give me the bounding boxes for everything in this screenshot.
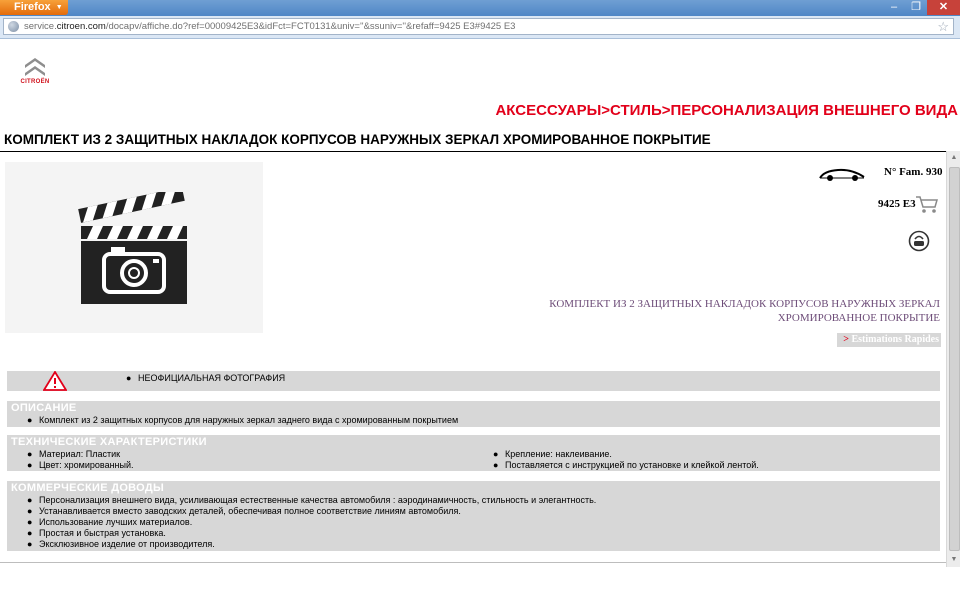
vertical-scrollbar[interactable]: ▲ ▼ xyxy=(946,151,960,567)
bottom-divider xyxy=(0,562,946,563)
logo-text: CITROËN xyxy=(20,79,50,85)
estimations-button[interactable]: > Estimations Rapides xyxy=(837,333,941,347)
bullet-icon: ● xyxy=(493,460,499,470)
scroll-up-arrow-icon[interactable]: ▲ xyxy=(947,151,960,165)
address-bar[interactable]: service.citroen.com/docapv/affiche.do?re… xyxy=(3,18,954,35)
bullet-icon: ● xyxy=(27,528,33,538)
product-name: КОМПЛЕКТ ИЗ 2 ЗАЩИТНЫХ НАКЛАДОК КОРПУСОВ… xyxy=(520,297,940,325)
page-title: КОМПЛЕКТ ИЗ 2 ЗАЩИТНЫХ НАКЛАДОК КОРПУСОВ… xyxy=(4,132,711,147)
car-icon xyxy=(819,168,865,181)
product-reference: 9425 E3 xyxy=(878,198,916,210)
bullet-icon: ● xyxy=(493,449,499,459)
bullet-icon: ● xyxy=(27,495,33,505)
list-item: ● Материал: Пластик xyxy=(27,449,121,459)
commercial-section: КОММЕРЧЕСКИЕ ДОВОДЫ ● Персонализация внеш… xyxy=(7,481,940,551)
firefox-menu-button[interactable]: Firefox ▼ xyxy=(0,0,68,15)
list-item: ● Комплект из 2 защитных корпусов для нар… xyxy=(27,415,459,425)
navigation-bar: service.citroen.com/docapv/affiche.do?re… xyxy=(0,16,960,39)
window-titlebar: Firefox ▼ – ❐ ✕ xyxy=(0,0,960,16)
product-name-line1: КОМПЛЕКТ ИЗ 2 ЗАЩИТНЫХ НАКЛАДОК КОРПУСОВ… xyxy=(549,298,940,310)
citroen-logo: CITROËN xyxy=(14,56,56,90)
help-icon[interactable] xyxy=(908,230,930,252)
title-divider xyxy=(0,151,946,152)
bullet-icon: ● xyxy=(27,539,33,549)
description-title: ОПИСАНИЕ xyxy=(11,402,77,414)
warning-icon xyxy=(43,371,67,391)
technical-section: ТЕХНИЧЕСКИЕ ХАРАКТЕРИСТИКИ ● Материал: Пл… xyxy=(7,435,940,471)
scroll-down-arrow-icon[interactable]: ▼ xyxy=(947,553,960,567)
camera-clapper-icon xyxy=(78,192,187,304)
list-item: ● Простая и быстрая установка. xyxy=(27,528,166,538)
warning-text: ● НЕОФИЦИАЛЬНАЯ ФОТОГРАФИЯ xyxy=(126,373,286,383)
dropdown-arrow-icon: ▼ xyxy=(55,4,63,11)
warning-section: ● НЕОФИЦИАЛЬНАЯ ФОТОГРАФИЯ xyxy=(7,371,940,391)
list-item: ● Персонализация внешнего вида, усиливающ… xyxy=(27,495,597,505)
bullet-icon: ● xyxy=(27,517,33,527)
maximize-button[interactable]: ❐ xyxy=(905,0,927,15)
globe-icon xyxy=(8,21,19,32)
close-button[interactable]: ✕ xyxy=(927,0,960,15)
bullet-icon: ● xyxy=(27,449,33,459)
bullet-icon: ● xyxy=(27,415,33,425)
product-name-line2: ХРОМИРОВАННОЕ ПОКРЫТИЕ xyxy=(777,312,940,324)
list-item: ● Крепление: наклеивание. xyxy=(493,449,612,459)
bullet-icon: ● xyxy=(27,506,33,516)
scroll-thumb[interactable] xyxy=(949,167,960,551)
family-number: N° Fam. 930 xyxy=(884,166,943,178)
breadcrumb: АКСЕССУАРЫ>СТИЛЬ>ПЕРСОНАЛИЗАЦИЯ ВНЕШНЕГО… xyxy=(495,102,958,119)
product-photo-placeholder xyxy=(5,162,263,333)
bullet-icon: ● xyxy=(126,373,132,383)
description-section: ОПИСАНИЕ ● Комплект из 2 защитных корпусо… xyxy=(7,401,940,427)
minimize-button[interactable]: – xyxy=(883,0,905,15)
technical-title: ТЕХНИЧЕСКИЕ ХАРАКТЕРИСТИКИ xyxy=(11,436,207,448)
cart-icon[interactable] xyxy=(915,194,939,214)
commercial-title: КОММЕРЧЕСКИЕ ДОВОДЫ xyxy=(11,482,165,494)
bookmark-star-icon[interactable]: ☆ xyxy=(937,19,949,34)
url-text[interactable]: service.citroen.com/docapv/affiche.do?re… xyxy=(24,19,515,34)
list-item: ● Эксклюзивное изделие от производителя. xyxy=(27,539,215,549)
citroen-logo-icon xyxy=(25,58,45,76)
list-item: ● Поставляется с инструкцией по установке… xyxy=(493,460,759,470)
list-item: ● Использование лучших материалов. xyxy=(27,517,193,527)
arrow-icon: > xyxy=(843,334,849,345)
bullet-icon: ● xyxy=(27,460,33,470)
list-item: ● Цвет: хромированный. xyxy=(27,460,134,470)
list-item: ● Устанавливается вместо заводских детале… xyxy=(27,506,461,516)
